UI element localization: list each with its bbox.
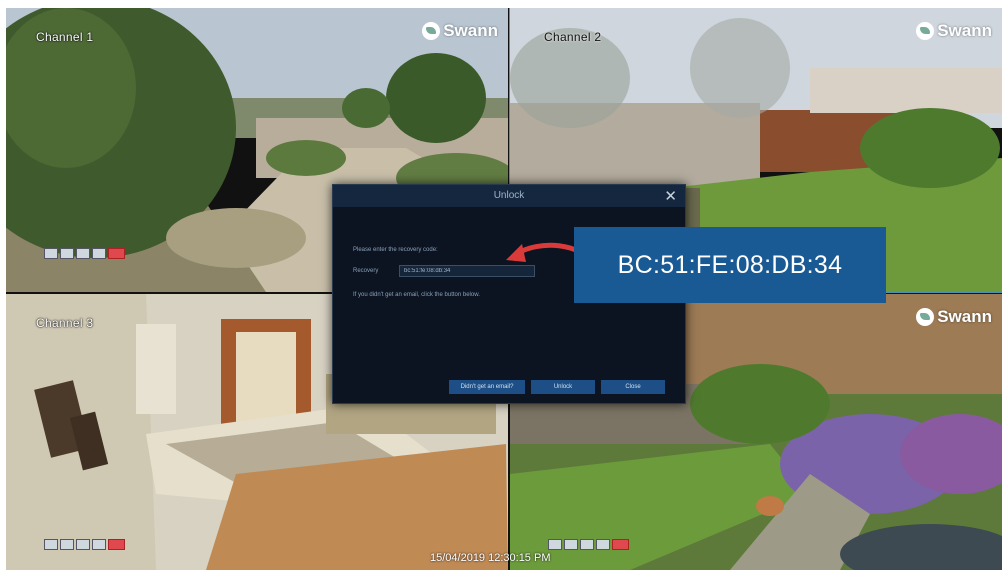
recovery-field-label: Recovery <box>353 268 379 274</box>
email-hint: If you didn't get an email, click the bu… <box>353 292 480 298</box>
swann-logo: Swann <box>916 21 992 41</box>
unlock-button[interactable]: Unlock <box>531 380 595 394</box>
record-icon <box>108 539 125 550</box>
record-icon <box>612 539 629 550</box>
status-icons <box>44 539 125 550</box>
dialog-header: Unlock ✕ <box>333 185 685 207</box>
mac-address-callout: BC:51:FE:08:DB:34 <box>574 227 886 303</box>
channel-label: Channel 2 <box>544 30 602 44</box>
status-icons <box>548 539 629 550</box>
swann-logo-icon <box>916 308 935 326</box>
close-button[interactable]: Close <box>601 380 665 394</box>
timestamp: 15/04/2019 12:30:15 PM <box>430 552 551 564</box>
record-icon <box>108 248 125 259</box>
swann-logo-icon <box>422 22 441 40</box>
dialog-title: Unlock <box>493 190 525 201</box>
swann-logo: Swann <box>916 307 992 327</box>
status-icons <box>44 248 125 259</box>
channel-label: Channel 1 <box>36 30 94 44</box>
close-icon[interactable]: ✕ <box>664 187 677 205</box>
recovery-prompt: Please enter the recovery code: <box>353 247 438 253</box>
swann-logo-icon <box>916 22 935 40</box>
channel-label: Channel 3 <box>36 316 94 330</box>
no-email-button[interactable]: Didn't get an email? <box>449 380 525 394</box>
swann-logo: Swann <box>422 21 498 41</box>
